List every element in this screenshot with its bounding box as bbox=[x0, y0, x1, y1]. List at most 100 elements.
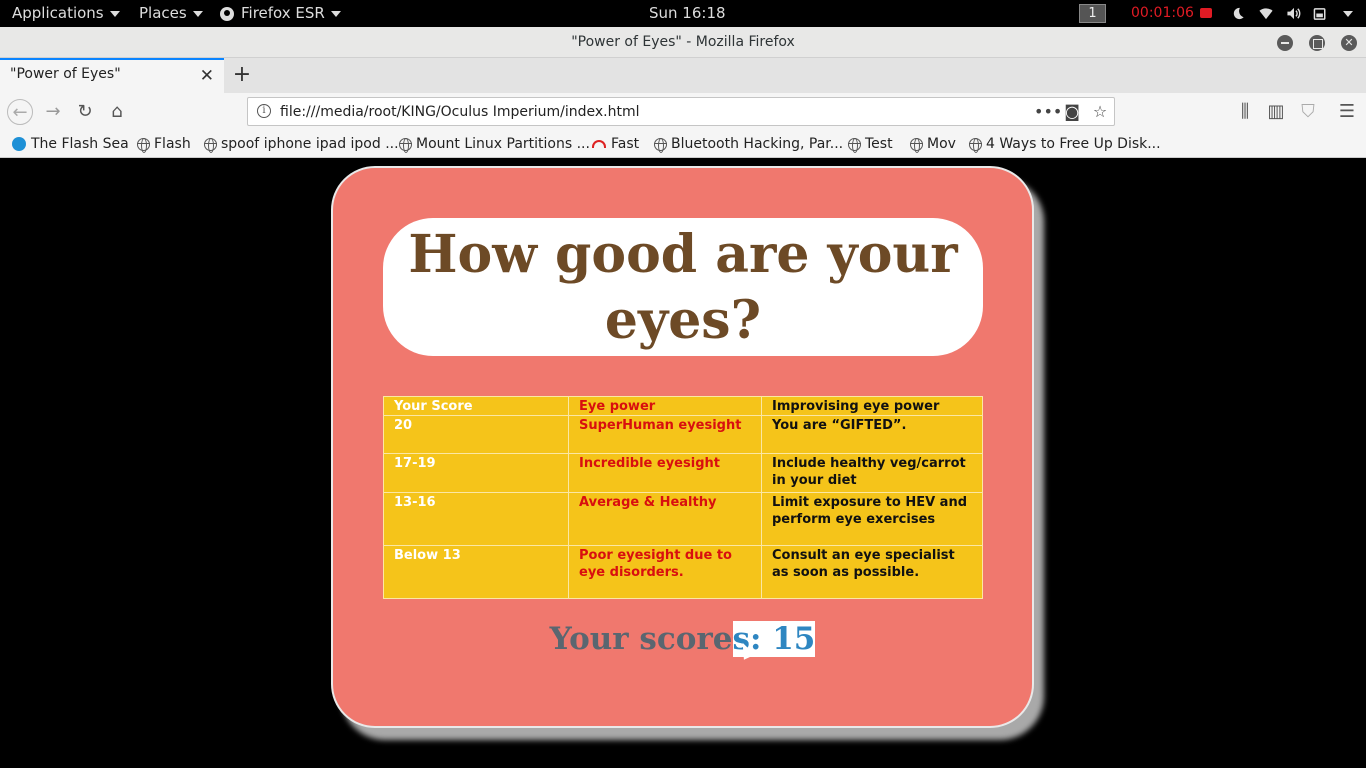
window-title: "Power of Eyes" - Mozilla Firefox bbox=[571, 34, 795, 50]
close-window-button[interactable]: ✕ bbox=[1341, 35, 1357, 51]
pocket-icon[interactable]: ◙ bbox=[1061, 101, 1083, 123]
app-menu-firefox[interactable]: Firefox ESR bbox=[220, 0, 341, 27]
page-title: How good are your eyes? bbox=[408, 224, 958, 351]
globe-icon bbox=[399, 137, 412, 153]
globe-icon bbox=[848, 137, 861, 153]
bookmark-label: The Flash Sea bbox=[31, 136, 129, 152]
window-titlebar: "Power of Eyes" - Mozilla Firefox ✕ bbox=[0, 27, 1366, 58]
url-input[interactable] bbox=[280, 101, 1040, 123]
app-menu-label: Firefox ESR bbox=[241, 4, 325, 22]
camera-icon bbox=[1200, 8, 1213, 18]
recording-timer: 00:01:06 bbox=[1131, 5, 1194, 21]
score-label: Your score bbox=[549, 621, 733, 657]
battery-icon[interactable] bbox=[1313, 6, 1329, 21]
table-cell: Average & Healthy bbox=[568, 492, 762, 546]
table-cell: Incredible eyesight bbox=[568, 453, 762, 493]
bookmark-label: Mov bbox=[927, 136, 956, 152]
places-label: Places bbox=[139, 4, 187, 22]
globe-icon bbox=[204, 137, 217, 153]
table-header-row: Your Score Eye power Improvising eye pow… bbox=[383, 396, 983, 416]
sidebar-icon[interactable]: ▥ bbox=[1263, 99, 1289, 125]
bookmark-label: Fast bbox=[611, 136, 640, 152]
minimize-button[interactable] bbox=[1277, 35, 1293, 51]
back-button[interactable]: ← bbox=[7, 99, 33, 125]
table-cell: Poor eyesight due to eye disorders. bbox=[568, 545, 762, 599]
bookmark-label: Flash bbox=[154, 136, 191, 152]
globe-icon bbox=[137, 137, 150, 153]
quiz-card: How good are your eyes? Your Score Eye p… bbox=[331, 166, 1034, 728]
table-cell: You are “GIFTED”. bbox=[761, 415, 983, 454]
places-menu[interactable]: Places bbox=[139, 0, 203, 27]
system-menu-chevron-icon[interactable] bbox=[1343, 11, 1353, 17]
table-cell: 17-19 bbox=[383, 453, 569, 493]
table-row: Below 13 Poor eyesight due to eye disord… bbox=[383, 545, 983, 599]
bookmark-label: Bluetooth Hacking, Par... bbox=[671, 136, 844, 152]
bookmark-star-icon[interactable]: ☆ bbox=[1089, 101, 1111, 123]
table-cell: SuperHuman eyesight bbox=[568, 415, 762, 454]
table-cell: 20 bbox=[383, 415, 569, 454]
header-cell: Your Score bbox=[383, 396, 569, 416]
workspace-indicator[interactable]: 1 bbox=[1079, 4, 1106, 23]
system-top-bar: Applications Places Firefox ESR Sun 16:1… bbox=[0, 0, 1366, 27]
home-button[interactable]: ⌂ bbox=[104, 99, 130, 125]
applications-menu[interactable]: Applications bbox=[12, 0, 120, 27]
close-icon: ✕ bbox=[1344, 36, 1354, 49]
table-cell: Consult an eye specialist as soon as pos… bbox=[761, 545, 983, 599]
night-light-icon[interactable] bbox=[1230, 6, 1246, 21]
maximize-button[interactable] bbox=[1309, 35, 1325, 51]
bookmark-label: Test bbox=[865, 136, 893, 152]
header-cell: Eye power bbox=[568, 396, 762, 416]
bookmark-label: 4 Ways to Free Up Disk... bbox=[986, 136, 1161, 152]
bookmark-label: Mount Linux Partitions ... bbox=[416, 136, 590, 152]
table-cell: Below 13 bbox=[383, 545, 569, 599]
speedometer-icon bbox=[592, 140, 606, 148]
new-tab-button[interactable]: + bbox=[231, 62, 253, 88]
wifi-icon[interactable] bbox=[1258, 6, 1274, 21]
applications-label: Applications bbox=[12, 4, 104, 22]
bookmark-item[interactable]: Bluetooth Hacking, Par... bbox=[654, 135, 843, 153]
table-cell: Include healthy veg/carrot in your diet bbox=[761, 453, 983, 493]
score-display: Your scores: 15 bbox=[333, 620, 1032, 658]
firefox-icon bbox=[220, 6, 234, 21]
table-row: 20 SuperHuman eyesight You are “GIFTED”. bbox=[383, 415, 983, 454]
close-tab-icon[interactable]: ✕ bbox=[200, 66, 214, 86]
header-cell: Improvising eye power bbox=[761, 396, 983, 416]
table-row: 13-16 Average & Healthy Limit exposure t… bbox=[383, 492, 983, 546]
bookmark-item[interactable]: 4 Ways to Free Up Disk... bbox=[969, 135, 1161, 153]
navigation-toolbar: ← → ↻ ⌂ i ••• ◙ ☆ ⫼ ▥ ⛉ ☰ bbox=[0, 93, 1366, 130]
globe-icon bbox=[910, 137, 923, 153]
clock[interactable]: Sun 16:18 bbox=[649, 0, 726, 27]
bookmark-item[interactable]: Fast bbox=[592, 135, 639, 153]
bookmark-item[interactable]: Flash bbox=[137, 135, 191, 153]
page-actions-icon[interactable]: ••• bbox=[1034, 101, 1062, 123]
tab-bar: "Power of Eyes" ✕ + bbox=[0, 58, 1366, 93]
volume-icon[interactable] bbox=[1286, 6, 1302, 21]
heading-box: How good are your eyes? bbox=[383, 218, 983, 356]
library-icon[interactable]: ⫼ bbox=[1232, 99, 1258, 125]
bookmark-item[interactable]: Test bbox=[848, 135, 893, 153]
recording-indicator[interactable]: 00:01:06 bbox=[1131, 0, 1213, 27]
bookmark-item[interactable]: Mov bbox=[910, 135, 956, 153]
url-bar[interactable]: i ••• ◙ ☆ bbox=[247, 97, 1115, 126]
chevron-down-icon bbox=[330, 10, 341, 17]
chevron-down-icon bbox=[192, 10, 203, 17]
bookmark-item[interactable]: Mount Linux Partitions ... bbox=[399, 135, 590, 153]
shield-icon[interactable]: ⛉ bbox=[1295, 99, 1321, 125]
flash-icon bbox=[12, 137, 26, 151]
bookmark-item[interactable]: spoof iphone ipad ipod ... bbox=[204, 135, 399, 153]
page-viewport: How good are your eyes? Your Score Eye p… bbox=[0, 158, 1366, 768]
forward-button[interactable]: → bbox=[40, 99, 66, 125]
clock-label: Sun 16:18 bbox=[649, 4, 726, 22]
table-cell: Limit exposure to HEV and perform eye ex… bbox=[761, 492, 983, 546]
site-info-icon[interactable]: i bbox=[257, 104, 271, 118]
menu-hamburger-icon[interactable]: ☰ bbox=[1334, 99, 1360, 125]
bookmark-item[interactable]: The Flash Sea bbox=[12, 135, 129, 153]
globe-icon bbox=[969, 137, 982, 153]
bookmarks-toolbar: The Flash Sea Flash spoof iphone ipad ip… bbox=[0, 130, 1366, 158]
bookmark-label: spoof iphone ipad ipod ... bbox=[221, 136, 399, 152]
table-row: 17-19 Incredible eyesight Include health… bbox=[383, 453, 983, 493]
score-table: Your Score Eye power Improvising eye pow… bbox=[383, 396, 983, 599]
chevron-down-icon bbox=[109, 10, 120, 17]
reload-button[interactable]: ↻ bbox=[72, 99, 98, 125]
tab-power-of-eyes[interactable]: "Power of Eyes" ✕ bbox=[0, 58, 224, 93]
